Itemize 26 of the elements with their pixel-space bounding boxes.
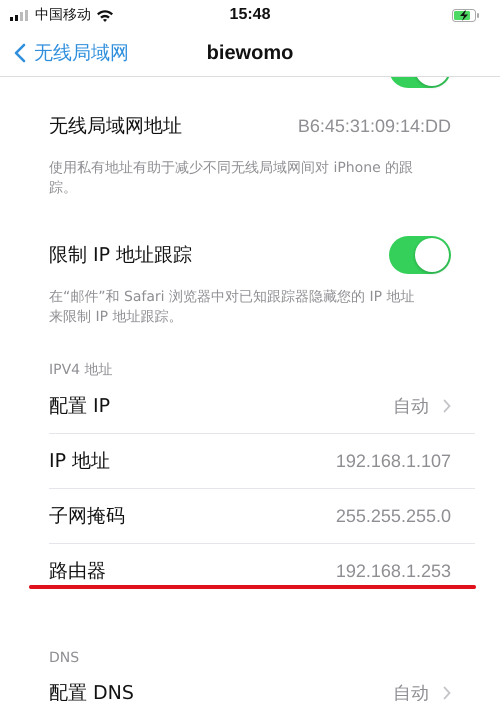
row-value: 192.168.1.107 xyxy=(336,450,451,472)
section-header: DNS xyxy=(49,649,80,666)
row-value: 192.168.1.253 xyxy=(336,560,451,582)
toggle-switch[interactable] xyxy=(389,236,451,274)
section-footer: 在“邮件”和 Safari 浏览器中对已知跟踪器隐藏您的 IP 地址来限制 IP 地址跟踪。 xyxy=(49,282,451,327)
row-value: B6:45:31:09:14:DD xyxy=(298,116,451,136)
back-chevron-icon xyxy=(14,43,26,63)
page-title: biewomo xyxy=(206,42,294,64)
signal-icon xyxy=(10,10,30,20)
row-label: 子网掩码 xyxy=(49,504,125,529)
clock-time: 15:48 xyxy=(230,6,270,24)
row-label: 限制 IP 地址跟踪 xyxy=(49,243,192,268)
row-value: 自动 xyxy=(393,395,429,418)
back-button[interactable]: 无线局域网 xyxy=(0,40,129,66)
row-label: IP 地址 xyxy=(49,449,110,474)
row-label: 配置 IP xyxy=(49,394,110,419)
chevron-right-icon xyxy=(443,399,451,413)
wifi-icon xyxy=(96,8,114,22)
row-value: 255.255.255.0 xyxy=(336,506,451,526)
chevron-right-icon xyxy=(443,686,451,700)
section-header: IPV4 地址 xyxy=(49,361,114,379)
row-label: 无线局域网地址 xyxy=(49,114,182,139)
section-footer: 使用私有地址有助于减少不同无线局域网间对 iPhone 的跟踪。 xyxy=(49,153,451,198)
row-label: 路由器 xyxy=(49,559,106,584)
carrier-name: 中国移动 xyxy=(35,6,91,24)
battery-charging-icon xyxy=(452,8,480,22)
